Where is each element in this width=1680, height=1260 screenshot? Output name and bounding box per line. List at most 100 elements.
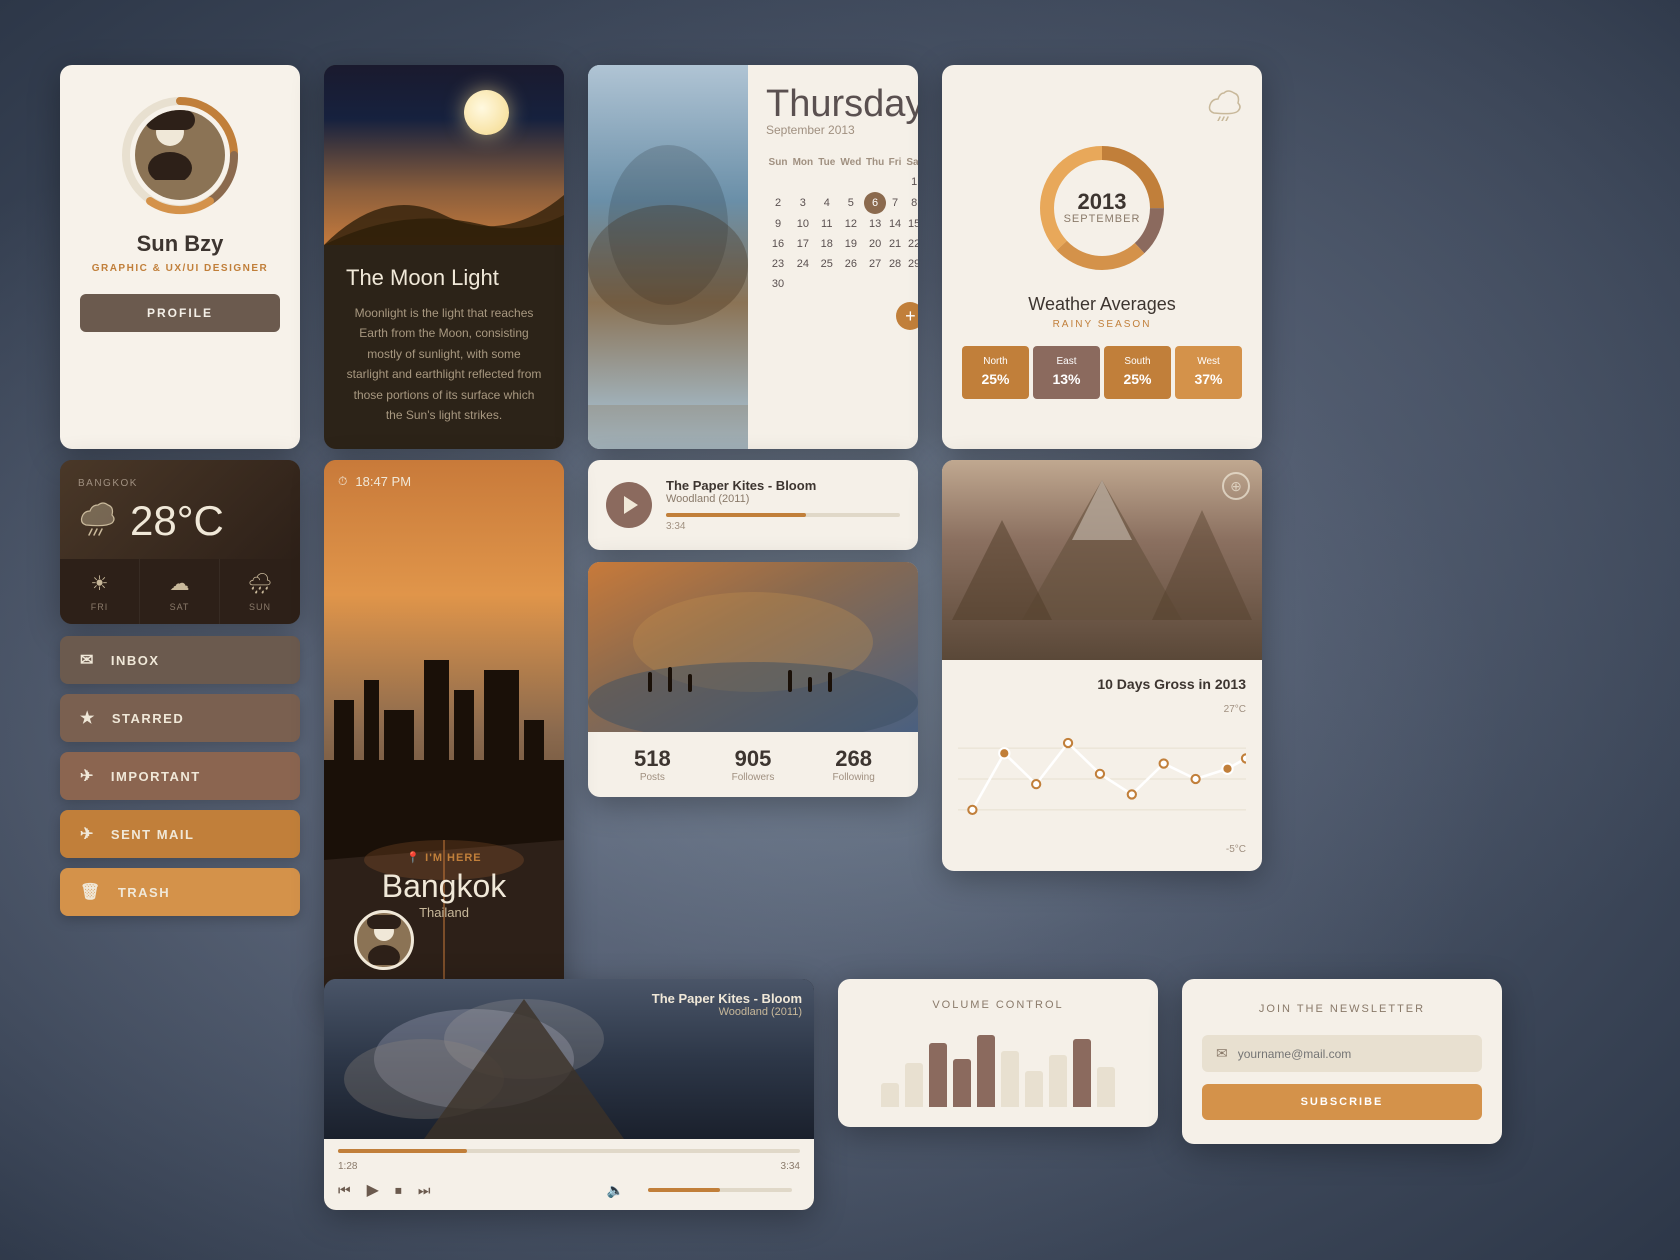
moon-image	[324, 65, 564, 245]
weather-day-sun: 🌧 SUN	[220, 559, 300, 624]
volume-card: VOLUME CONTROL	[838, 979, 1158, 1127]
photo-chart-card: ⊕ 10 Days Gross in 2013 27°C	[942, 460, 1262, 871]
social-card: 518 Posts 905 Followers 268 Following	[588, 562, 918, 797]
calendar-content: Thursday September 2013 Sun Mon Tue Wed …	[748, 65, 918, 449]
video-time-row: 1:28 3:34	[338, 1161, 800, 1172]
email-input[interactable]	[1238, 1047, 1468, 1061]
map-time: ⏱ 18:47 PM	[338, 474, 411, 489]
video-controls: 1:28 3:34 ⏮ ▶ ⏹ ⏭ 🔈	[324, 1139, 814, 1210]
music-info: The Paper Kites - Bloom Woodland (2011) …	[666, 478, 900, 532]
followers-count: 905	[703, 746, 804, 772]
followers-stat: 905 Followers	[703, 746, 804, 783]
moon-card: The Moon Light Moonlight is the light th…	[324, 65, 564, 449]
music-progress-bar[interactable]	[666, 513, 900, 517]
video-overlay-text: The Paper Kites - Bloom Woodland (2011)	[652, 991, 802, 1018]
following-label: Following	[803, 772, 904, 783]
important-icon: ✈	[80, 766, 95, 786]
chart-title: 10 Days Gross in 2013	[958, 676, 1246, 692]
vol-bar-1[interactable]	[881, 1083, 899, 1107]
weather-day-sat: ☁ SAT	[140, 559, 220, 624]
vol-bar-4[interactable]	[953, 1059, 971, 1107]
inbox-icon: ✉	[80, 650, 95, 670]
starred-button[interactable]: ★ STARRED	[60, 694, 300, 742]
add-event-button[interactable]: +	[896, 302, 918, 330]
moon-text-area: The Moon Light Moonlight is the light th…	[324, 245, 564, 449]
vol-bar-6[interactable]	[1001, 1051, 1019, 1107]
subscribe-button[interactable]: SUBSCRIBE	[1202, 1084, 1482, 1120]
weather-widget: BANGKOK 28°C ☀ FRI	[60, 460, 300, 624]
video-play-button[interactable]: ▶	[367, 1180, 379, 1200]
social-stats: 518 Posts 905 Followers 268 Following	[588, 732, 918, 797]
volume-icon[interactable]: 🔈	[607, 1182, 624, 1199]
calendar-month: September 2013	[766, 123, 918, 137]
social-image	[588, 562, 918, 732]
newsletter-card: JOIN THE NEWSLETTER ✉ SUBSCRIBE	[1182, 979, 1502, 1144]
video-control-row: ⏮ ▶ ⏹ ⏭ 🔈	[338, 1180, 800, 1200]
vol-bar-7[interactable]	[1025, 1071, 1043, 1107]
avatar	[135, 110, 225, 200]
map-card: ⏱ 18:47 PM 📍 I'M HERE Bangkok Thailand	[324, 460, 564, 1000]
video-progress-fill	[338, 1149, 467, 1153]
profile-card: Sun Bzy GRAPHIC & UX/UI DESIGNER PROFILE	[60, 65, 300, 449]
line-chart	[958, 719, 1246, 839]
newsletter-title: JOIN THE NEWSLETTER	[1202, 1003, 1482, 1015]
weather-stats: North 25% East 13% South 25% West 37%	[962, 346, 1242, 399]
fast-forward-button[interactable]: ⏭	[418, 1182, 431, 1199]
map-avatar	[354, 910, 414, 970]
profile-title: GRAPHIC & UX/UI DESIGNER	[80, 263, 280, 274]
weather-temperature: 28°C	[130, 497, 224, 545]
play-icon	[624, 496, 638, 514]
map-location-badge: 📍 I'M HERE Bangkok Thailand	[382, 851, 507, 920]
video-progress-bar[interactable]	[338, 1149, 800, 1153]
vol-bar-3[interactable]	[929, 1043, 947, 1107]
map-city: Bangkok	[382, 868, 507, 905]
chart-area: 10 Days Gross in 2013 27°C	[942, 660, 1262, 871]
avatar-ring	[120, 95, 240, 215]
play-button-small[interactable]	[606, 482, 652, 528]
trash-button[interactable]: 🗑 TRASH	[60, 868, 300, 916]
weather-avg-subtitle: RAINY SEASON	[962, 319, 1242, 330]
mail-sidebar: ✉ INBOX ★ STARRED ✈ IMPORTANT ✈ SENT MAI…	[60, 636, 300, 916]
music-player-small: The Paper Kites - Bloom Woodland (2011) …	[588, 460, 918, 550]
weather-temp-row: 28°C	[78, 497, 282, 545]
moon-icon	[464, 90, 509, 135]
vol-bar-2[interactable]	[905, 1063, 923, 1107]
important-button[interactable]: ✈ IMPORTANT	[60, 752, 300, 800]
weather-location: BANGKOK	[78, 478, 282, 489]
profile-name: Sun Bzy	[80, 231, 280, 257]
weather-main: BANGKOK 28°C	[60, 460, 300, 559]
posts-label: Posts	[602, 772, 703, 783]
following-stat: 268 Following	[803, 746, 904, 783]
stop-button[interactable]: ⏹	[395, 1182, 402, 1199]
weather-avg-title: Weather Averages	[962, 294, 1242, 315]
profile-button[interactable]: PROFILE	[80, 294, 280, 332]
calendar-image	[588, 65, 748, 449]
star-icon: ★	[80, 708, 96, 728]
calendar-card: Thursday September 2013 Sun Mon Tue Wed …	[588, 65, 918, 449]
trash-icon: 🗑	[80, 882, 102, 902]
music-song-title: The Paper Kites - Bloom	[666, 478, 900, 493]
newsletter-input-wrapper: ✉	[1202, 1035, 1482, 1072]
vol-bar-5[interactable]	[977, 1035, 995, 1107]
rain-icon	[78, 497, 118, 545]
following-count: 268	[803, 746, 904, 772]
moon-description: Moonlight is the light that reaches Eart…	[346, 303, 542, 425]
sent-icon: ✈	[80, 824, 95, 844]
stat-east: East 13%	[1033, 346, 1100, 399]
sent-mail-button[interactable]: ✈ SENT MAIL	[60, 810, 300, 858]
rewind-button[interactable]: ⏮	[338, 1182, 351, 1199]
weather-days: ☀ FRI ☁ SAT 🌧 SUN	[60, 559, 300, 624]
moon-title: The Moon Light	[346, 265, 542, 291]
vol-bar-9[interactable]	[1073, 1039, 1091, 1107]
music-album: Woodland (2011)	[666, 493, 900, 505]
email-icon: ✉	[1216, 1045, 1228, 1062]
donut-center: 2013 SEPTEMBER	[1064, 191, 1141, 225]
chart-max-label: 27°C	[1224, 704, 1246, 715]
vol-bar-8[interactable]	[1049, 1055, 1067, 1107]
calendar-day: Thursday	[766, 85, 918, 123]
chart-min-label: -5°C	[1226, 844, 1246, 855]
inbox-button[interactable]: ✉ INBOX	[60, 636, 300, 684]
stat-north: North 25%	[962, 346, 1029, 399]
video-thumbnail: The Paper Kites - Bloom Woodland (2011)	[324, 979, 814, 1139]
vol-bar-10[interactable]	[1097, 1067, 1115, 1107]
